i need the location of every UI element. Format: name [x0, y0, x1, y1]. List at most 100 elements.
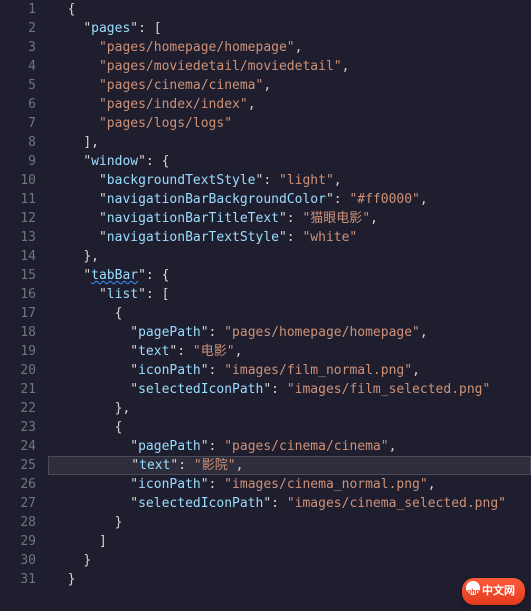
code-line[interactable]: "pages": [	[52, 19, 531, 38]
code-line[interactable]: {	[52, 0, 531, 19]
code-line[interactable]: "pagePath": "pages/homepage/homepage",	[52, 323, 531, 342]
code-content[interactable]: { "pages": [ "pages/homepage/homepage", …	[48, 0, 531, 611]
json-string: "pages/homepage/homepage"	[224, 325, 420, 340]
json-string: "猫眼电影"	[302, 211, 370, 226]
code-line[interactable]: "navigationBarBackgroundColor": "#ff0000…	[52, 190, 531, 209]
code-line[interactable]: ]	[52, 532, 531, 551]
code-line[interactable]: "iconPath": "images/cinema_normal.png",	[52, 475, 531, 494]
json-punct: {	[115, 306, 123, 321]
json-punct: "	[130, 325, 138, 340]
json-punct: ,	[428, 477, 436, 492]
code-line[interactable]: "pages/cinema/cinema",	[52, 76, 531, 95]
json-string: "#ff0000"	[349, 192, 419, 207]
line-number: 30	[0, 551, 36, 570]
line-number: 3	[0, 38, 36, 57]
json-punct: ":	[201, 477, 224, 492]
line-number: 27	[0, 494, 36, 513]
json-key: navigationBarBackgroundColor	[107, 192, 326, 207]
code-line[interactable]: }	[52, 513, 531, 532]
code-line[interactable]: {	[52, 304, 531, 323]
code-line[interactable]: "pages/logs/logs"	[52, 114, 531, 133]
json-key: iconPath	[138, 477, 201, 492]
json-punct: "	[131, 458, 139, 473]
code-line[interactable]: "pages/homepage/homepage",	[52, 38, 531, 57]
json-punct: "	[83, 268, 91, 283]
json-punct: ,	[295, 40, 303, 55]
line-number: 16	[0, 285, 36, 304]
json-punct: "	[130, 382, 138, 397]
json-string: "light"	[279, 173, 334, 188]
line-number: 5	[0, 76, 36, 95]
json-punct: "	[99, 287, 107, 302]
code-line[interactable]: },	[52, 247, 531, 266]
json-punct: ":	[169, 344, 192, 359]
json-key: tabBar	[91, 268, 138, 283]
code-line[interactable]: }	[52, 551, 531, 570]
line-number: 22	[0, 399, 36, 418]
line-number: 10	[0, 171, 36, 190]
json-key: text	[139, 458, 170, 473]
json-punct: ,	[412, 363, 420, 378]
code-line[interactable]: ],	[52, 133, 531, 152]
json-punct: ": {	[138, 154, 169, 169]
json-punct: "	[130, 344, 138, 359]
line-number: 25	[0, 456, 36, 475]
json-string: "images/cinema_selected.png"	[287, 496, 506, 511]
code-editor[interactable]: 1234567891011121314151617181920212223242…	[0, 0, 531, 611]
json-punct: ": {	[138, 268, 169, 283]
json-punct: ],	[83, 135, 99, 150]
code-line[interactable]: "backgroundTextStyle": "light",	[52, 171, 531, 190]
json-punct: "	[130, 363, 138, 378]
json-punct: "	[99, 211, 107, 226]
json-key: text	[138, 344, 169, 359]
json-punct: ,	[342, 59, 350, 74]
line-number: 4	[0, 57, 36, 76]
json-punct: "	[83, 154, 91, 169]
code-line[interactable]: "navigationBarTitleText": "猫眼电影",	[52, 209, 531, 228]
json-punct: "	[130, 439, 138, 454]
json-string: "pages/index/index"	[99, 97, 248, 112]
json-punct: ,	[236, 458, 244, 473]
json-punct: ":	[263, 382, 286, 397]
json-key: pagePath	[138, 325, 201, 340]
json-key: pagePath	[138, 439, 201, 454]
watermark-badge: 中文网	[462, 578, 525, 605]
code-line[interactable]: {	[52, 418, 531, 437]
code-line[interactable]: }	[52, 570, 531, 589]
json-punct: ,	[248, 97, 256, 112]
code-line[interactable]: "pages/moviedetail/moviedetail",	[52, 57, 531, 76]
code-line[interactable]: "selectedIconPath": "images/film_selecte…	[52, 380, 531, 399]
json-punct: ":	[279, 230, 302, 245]
json-string: "电影"	[193, 344, 235, 359]
json-punct: {	[115, 420, 123, 435]
code-line[interactable]: "tabBar": {	[52, 266, 531, 285]
json-punct: {	[68, 2, 76, 17]
line-number: 26	[0, 475, 36, 494]
code-line[interactable]: "window": {	[52, 152, 531, 171]
code-line[interactable]: "selectedIconPath": "images/cinema_selec…	[52, 494, 531, 513]
json-string: "pages/homepage/homepage"	[99, 40, 295, 55]
json-punct: ,	[389, 439, 397, 454]
line-number: 28	[0, 513, 36, 532]
code-line[interactable]: },	[52, 399, 531, 418]
json-punct: ,	[334, 173, 342, 188]
json-string: "pages/logs/logs"	[99, 116, 232, 131]
code-line[interactable]: "pages/index/index",	[52, 95, 531, 114]
json-punct: }	[115, 515, 123, 530]
json-punct: ,	[263, 78, 271, 93]
json-punct: ,	[420, 192, 428, 207]
json-punct: ,	[420, 325, 428, 340]
json-key: selectedIconPath	[138, 496, 263, 511]
json-punct: "	[83, 21, 91, 36]
json-key: navigationBarTitleText	[107, 211, 279, 226]
code-line[interactable]: "pagePath": "pages/cinema/cinema",	[52, 437, 531, 456]
code-line[interactable]: "iconPath": "images/film_normal.png",	[52, 361, 531, 380]
code-line[interactable]: "text": "电影",	[52, 342, 531, 361]
json-punct: ,	[235, 344, 243, 359]
json-string: "pages/moviedetail/moviedetail"	[99, 59, 342, 74]
code-line[interactable]: "text": "影院",	[48, 456, 531, 475]
code-line[interactable]: "navigationBarTextStyle": "white"	[52, 228, 531, 247]
json-punct: "	[130, 496, 138, 511]
code-line[interactable]: "list": [	[52, 285, 531, 304]
json-key: pages	[91, 21, 130, 36]
